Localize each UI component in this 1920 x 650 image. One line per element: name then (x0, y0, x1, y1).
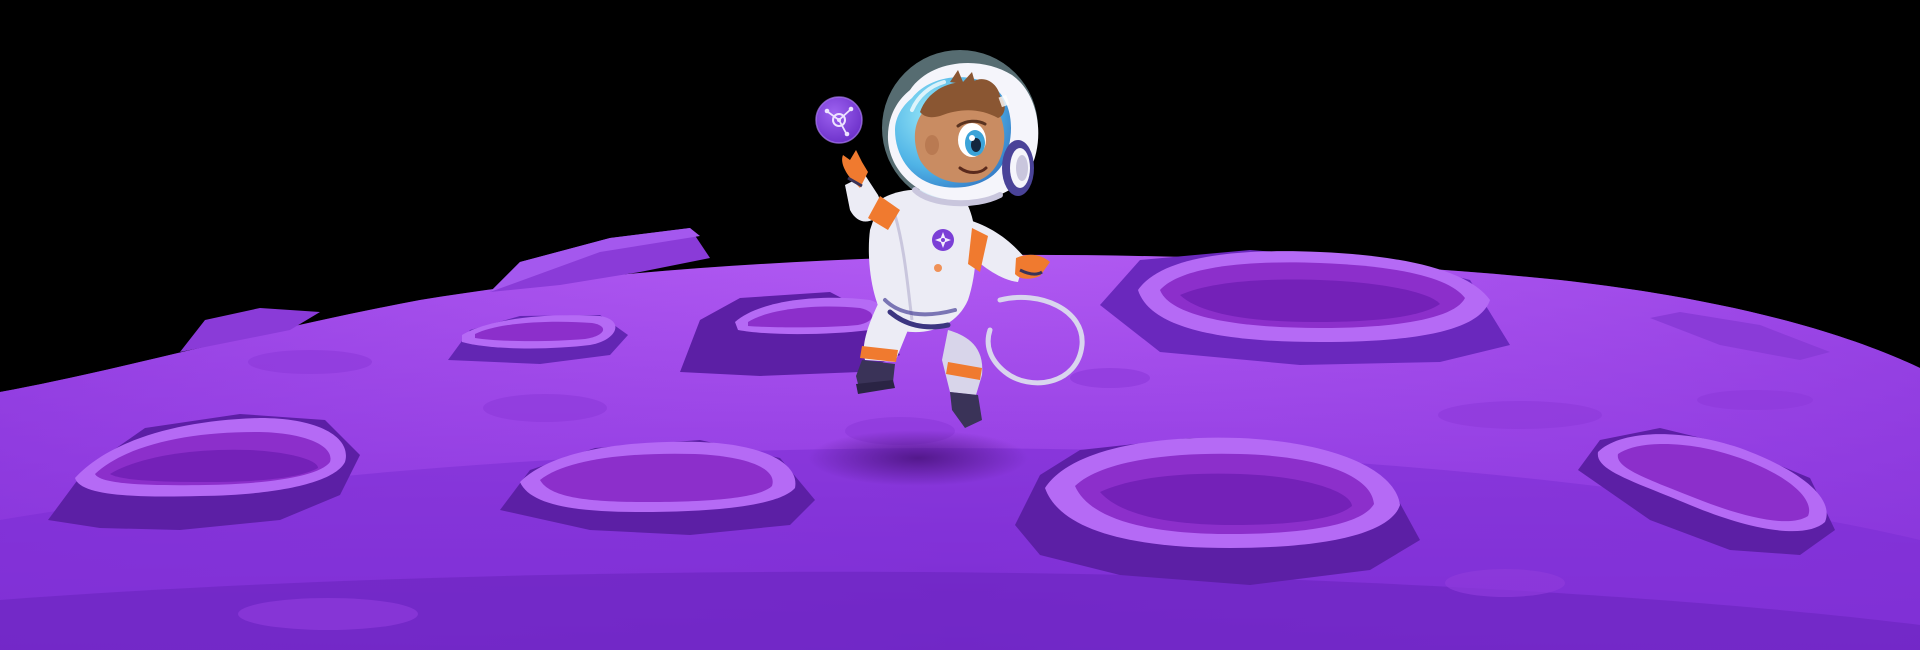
crater-large-right (1138, 251, 1490, 342)
compass-star-icon (932, 229, 954, 251)
illustration (0, 50, 1920, 650)
orbit-network-icon (815, 96, 863, 144)
moon-scene (0, 0, 1920, 650)
astronaut-shadow (808, 430, 1028, 486)
astronaut-helmet (882, 50, 1039, 207)
